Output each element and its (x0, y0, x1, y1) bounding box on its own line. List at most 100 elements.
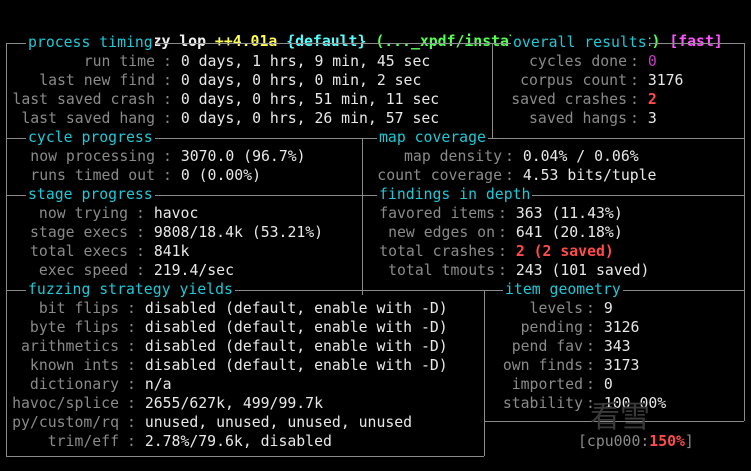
row-run-time: : 0 days, 1 hrs, 9 min, 45 sec (163, 53, 431, 70)
row-count-coverage: : 4.53 bits/tuple (505, 167, 657, 184)
label-havoc-splice: havoc/splice (12, 395, 119, 412)
row-saved-hangs: : 3 (630, 110, 657, 127)
section-overall-results: overall results (511, 33, 649, 52)
section-map-coverage: map coverage (377, 128, 488, 147)
label-last-saved-hang: last saved hang (21, 110, 155, 127)
label-run-time: run time (83, 53, 155, 70)
value-trim-eff: 2.78%/79.6k, disabled (144, 433, 332, 450)
value-pend-fav: 343 (603, 338, 631, 355)
label-total-execs: total execs (30, 243, 128, 260)
label-cycles-done: cycles done (529, 53, 627, 70)
value-now-processing: 3070.0 (96.7%) (180, 148, 306, 165)
row-last-new-find: : 0 days, 0 hrs, 0 min, 2 sec (163, 72, 422, 89)
value-last-saved-crash: 0 days, 0 hrs, 51 min, 11 sec (180, 91, 440, 108)
row-pending: : 3126 (586, 319, 640, 336)
value-saved-hangs: 3 (647, 110, 657, 127)
value-stage-execs: 9808/18.4k (53.21%) (153, 224, 324, 241)
value-total-execs: 841k (153, 243, 190, 260)
value-havoc-splice: 2655/627k, 499/99.7k (144, 395, 323, 412)
section-findings-in-depth: findings in depth (377, 185, 533, 204)
mode-badge: [fast] (669, 33, 723, 50)
row-runs-timed-out: : 0 (0.00%) (163, 167, 262, 184)
version: ++4.01a (214, 33, 278, 50)
value-saved-crashes: 2 (647, 91, 657, 108)
row-cycles-done: : 0 (630, 53, 657, 70)
section-cycle-progress: cycle progress (26, 128, 155, 147)
value-map-density: 0.04% / 0.06% (522, 148, 639, 165)
label-arithmetics: arithmetics (21, 338, 119, 355)
row-stage-execs: : 9808/18.4k (53.21%) (136, 224, 324, 241)
label-last-saved-crash: last saved crash (12, 91, 155, 108)
row-dictionary: : n/a (127, 376, 172, 393)
row-pend-fav: : 343 (586, 338, 631, 355)
cpu-value: 150% (649, 433, 685, 450)
bottom-border (6, 456, 484, 457)
label-stage-execs: stage execs (30, 224, 128, 241)
row-exec-speed: : 219.4/sec (136, 262, 235, 279)
watermark-logo: 看雪 (590, 400, 650, 435)
value-arithmetics: disabled (default, enable with -D) (144, 338, 448, 355)
value-own-finds: 3173 (603, 357, 640, 374)
value-bit-flips: disabled (default, enable with -D) (144, 300, 448, 317)
row-trim-eff: : 2.78%/79.6k, disabled (127, 433, 332, 450)
label-levels: levels (529, 300, 583, 317)
label-pending: pending (520, 319, 583, 336)
row-total-execs: : 841k (136, 243, 190, 260)
label-pend-fav: pend fav (511, 338, 583, 355)
label-own-finds: own finds (502, 357, 583, 374)
cpu-suffix: ] (684, 433, 694, 450)
row-saved-crashes: : 2 (630, 91, 657, 108)
row-total-crashes: : 2 (2 saved) (498, 243, 614, 260)
label-py-custom-rq: py/custom/rq (12, 414, 119, 431)
section-process-timing: process timing (26, 33, 155, 52)
row-bit-flips: : disabled (default, enable with -D) (127, 300, 448, 317)
value-corpus-count: 3176 (647, 72, 684, 89)
value-new-edges-on: 641 (20.18%) (515, 224, 623, 241)
right-border (744, 43, 745, 298)
row-py-custom-rq: : unused, unused, unused, unused (127, 414, 413, 431)
label-now-processing: now processing (30, 148, 155, 165)
label-new-edges-on: new edges on (388, 224, 495, 241)
label-saved-crashes: saved crashes (511, 91, 627, 108)
row-levels: : 9 (586, 300, 613, 317)
row-new-edges-on: : 641 (20.18%) (498, 224, 623, 241)
label-exec-speed: exec speed (38, 262, 128, 279)
label-imported: imported (511, 376, 583, 393)
row-now-trying: : havoc (136, 205, 199, 222)
label-bit-flips: bit flips (38, 300, 119, 317)
value-last-new-find: 0 days, 0 hrs, 0 min, 2 sec (180, 72, 422, 89)
divider-timing-results (492, 43, 493, 138)
value-favored-items: 363 (11.43%) (515, 205, 623, 222)
label-last-new-find: last new find (39, 72, 155, 89)
row-last-saved-hang: : 0 days, 0 hrs, 26 min, 57 sec (163, 110, 440, 127)
value-byte-flips: disabled (default, enable with -D) (144, 319, 448, 336)
value-now-trying: havoc (153, 205, 199, 222)
value-count-coverage: 4.53 bits/tuple (522, 167, 657, 184)
row-arithmetics: : disabled (default, enable with -D) (127, 338, 448, 355)
value-py-custom-rq: unused, unused, unused, unused (144, 414, 413, 431)
label-corpus-count: corpus count (520, 72, 627, 89)
row-own-finds: : 3173 (586, 357, 640, 374)
label-dictionary: dictionary (29, 376, 119, 393)
label-count-coverage: count coverage (377, 167, 502, 184)
label-known-ints: known ints (29, 357, 119, 374)
section-fuzzing-strategy-yields: fuzzing strategy yields (26, 280, 235, 299)
profile: {default} (286, 33, 367, 50)
row-havoc-splice: : 2655/627k, 499/99.7k (127, 395, 323, 412)
section-item-geometry: item geometry (503, 280, 623, 299)
value-total-tmouts: 243 (101 saved) (515, 262, 650, 279)
row-known-ints: : disabled (default, enable with -D) (127, 357, 448, 374)
terminal-window: american fuzzy lop ++4.01a {default} (..… (0, 0, 751, 471)
row-last-saved-crash: : 0 days, 0 hrs, 51 min, 11 sec (163, 91, 440, 108)
label-map-density: map density (404, 148, 502, 165)
row-corpus-count: : 3176 (630, 72, 684, 89)
label-runs-timed-out: runs timed out (30, 167, 155, 184)
value-runs-timed-out: 0 (0.00%) (180, 167, 262, 184)
label-saved-hangs: saved hangs (529, 110, 627, 127)
right-border-lower (744, 290, 745, 421)
row-now-processing: : 3070.0 (96.7%) (163, 148, 306, 165)
value-exec-speed: 219.4/sec (153, 262, 235, 279)
value-run-time: 0 days, 1 hrs, 9 min, 45 sec (180, 53, 431, 70)
value-cycles-done: 0 (647, 53, 657, 70)
row-total-tmouts: : 243 (101 saved) (498, 262, 650, 279)
